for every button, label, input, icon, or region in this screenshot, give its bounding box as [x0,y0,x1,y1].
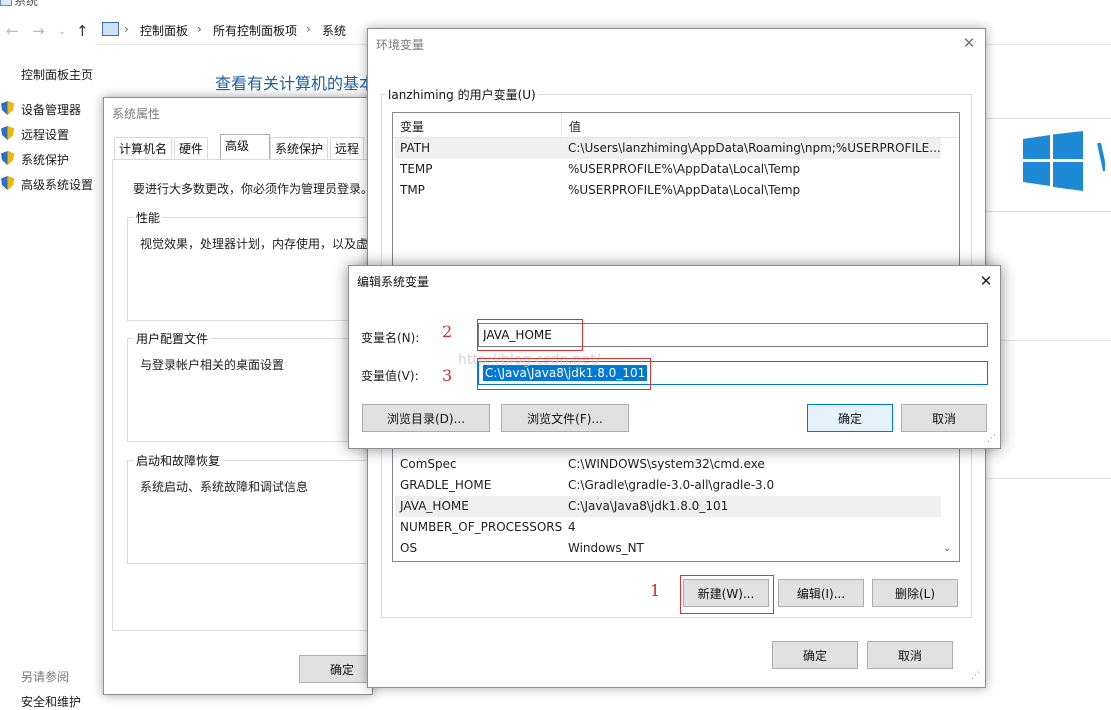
shield-icon [1,126,14,140]
list-header: 变量 值 [393,113,959,138]
resize-grip-icon[interactable]: ⋰ [987,434,996,444]
breadcrumb-control-panel[interactable]: 控制面板 [140,22,188,39]
startup-recovery-label: 启动和故障恢复 [134,452,223,469]
tab-hardware[interactable]: 硬件 [174,137,209,159]
variable-name: PATH [400,141,431,155]
close-icon[interactable]: ✕ [956,33,982,53]
divider [985,478,1111,479]
browse-file-button[interactable]: 浏览文件(F)... [501,404,629,432]
breadcrumb-separator-icon: › [197,22,202,36]
variable-value: Windows_NT [568,541,644,555]
variable-name: OS [400,541,418,555]
variable-name: JAVA_HOME [400,499,469,513]
variable-name: TMP [400,183,425,197]
shield-icon [1,151,14,165]
breadcrumb-separator-icon: › [306,22,311,36]
window-title: 系统 [14,0,39,8]
variable-value: %USERPROFILE%\AppData\Local\Temp [568,183,801,197]
column-header-variable[interactable]: 变量 [400,118,424,135]
sidebar-item-advanced-settings[interactable]: 高级系统设置 [21,176,93,193]
variable-name: NUMBER_OF_PROCESSORS [400,520,563,534]
table-row[interactable]: TEMP %USERPROFILE%\AppData\Local\Temp [395,159,941,180]
page-heading: 查看有关计算机的基本 [215,74,376,93]
table-row[interactable]: ComSpec C:\WINDOWS\system32\cmd.exe [395,454,941,475]
envvars-ok-button[interactable]: 确定 [772,641,858,669]
variable-value: %USERPROFILE%\AppData\Local\Temp [568,162,801,176]
variable-value: C:\Gradle\gradle-3.0-all\gradle-3.0 [568,478,775,492]
variable-name: TEMP [400,162,433,176]
sidebar-item-system-protection[interactable]: 系统保护 [21,151,69,168]
variable-value: C:\Users\lanzhiming\AppData\Roaming\npm;… [568,141,941,155]
scroll-down-chevron-icon[interactable]: ⌄ [943,543,951,554]
performance-label: 性能 [134,209,163,226]
delete-variable-button[interactable]: 删除(L) [872,579,958,607]
shield-icon [1,101,14,115]
windows-logo-icon [1023,131,1105,191]
sidebar-item-device-manager[interactable]: 设备管理器 [21,101,81,118]
table-row[interactable]: TMP %USERPROFILE%\AppData\Local\Temp [395,180,941,201]
startup-recovery-description: 系统启动、系统故障和调试信息 [140,480,309,494]
sidebar-home-link[interactable]: 控制面板主页 [21,66,93,83]
windows-edition-panel [985,118,1111,212]
annotation-number-1: 1 [650,581,661,600]
breadcrumb-all-items[interactable]: 所有控制面板项 [213,22,297,39]
variable-value: C:\Java\Java8\jdk1.8.0_101 [568,499,729,513]
annotation-box-variable-value [477,358,651,390]
table-row[interactable]: NUMBER_OF_PROCESSORS 4 [395,517,941,538]
system-properties-title: 系统属性 [112,107,161,121]
user-profile-description: 与登录帐户相关的桌面设置 [140,358,285,372]
table-row[interactable]: GRADLE_HOME C:\Gradle\gradle-3.0-all\gra… [395,475,941,496]
variable-name-label: 变量名(N): [361,331,420,345]
column-header-value[interactable]: 值 [569,118,581,135]
variable-name: GRADLE_HOME [400,478,492,492]
column-divider[interactable] [561,113,562,137]
user-profile-group [127,338,374,442]
resize-grip-icon[interactable]: ⋰ [971,671,980,681]
table-row[interactable]: OS Windows_NT [395,538,941,559]
forward-arrow-icon[interactable]: → [32,22,45,40]
edit-dialog-title: 编辑系统变量 [357,275,430,289]
annotation-box-new-button [680,575,774,614]
user-variables-label: lanzhiming 的用户变量(U) [386,86,538,103]
performance-group [127,217,374,321]
browse-directory-button[interactable]: 浏览目录(D)... [362,404,490,432]
tab-computer-name[interactable]: 计算机名 [114,137,173,159]
back-arrow-icon[interactable]: ← [6,22,19,40]
user-profile-label: 用户配置文件 [134,330,211,347]
environment-variables-title: 环境变量 [376,38,425,52]
variable-name: ComSpec [400,457,457,471]
breadcrumb-separator-icon: › [124,22,129,36]
annotation-number-3: 3 [442,366,453,385]
edit-dialog-cancel-button[interactable]: 取消 [901,404,987,432]
sidebar-item-remote-settings[interactable]: 远程设置 [21,126,69,143]
variable-value-label: 变量值(V): [361,369,419,383]
divider [985,340,1111,341]
annotation-box-variable-name [477,319,583,351]
user-variables-list[interactable]: 变量 值 PATH C:\Users\lanzhiming\AppData\Ro… [392,112,960,274]
startup-recovery-group [127,460,374,564]
system-window-icon [0,0,12,6]
edit-variable-button[interactable]: 编辑(I)... [778,579,864,607]
envvars-cancel-button[interactable]: 取消 [867,641,953,669]
performance-description: 视觉效果，处理器计划，内存使用，以及虚 [140,237,368,251]
tab-advanced[interactable]: 高级 [220,134,270,160]
close-icon[interactable]: ✕ [973,271,999,291]
security-maintenance-link[interactable]: 安全和维护 [21,693,81,710]
shield-icon [1,176,14,190]
control-panel-icon [102,22,119,36]
system-variables-list[interactable]: ComSpec C:\WINDOWS\system32\cmd.exe GRAD… [392,440,960,562]
up-arrow-icon[interactable]: ↑ [76,22,89,40]
see-also-label: 另请参阅 [21,670,70,684]
admin-note: 要进行大多数更改，你必须作为管理员登录。 [133,182,374,196]
tab-system-protection[interactable]: 系统保护 [270,137,329,159]
tab-remote[interactable]: 远程 [330,137,365,159]
edit-dialog-ok-button[interactable]: 确定 [807,404,893,432]
breadcrumb-system[interactable]: 系统 [322,22,346,39]
table-row[interactable]: JAVA_HOME C:\Java\Java8\jdk1.8.0_101 [395,496,941,517]
recent-locations-chevron-icon[interactable]: ⌄ [58,26,66,37]
variable-value: C:\WINDOWS\system32\cmd.exe [568,457,765,471]
annotation-number-2: 2 [442,322,453,341]
variable-value: 4 [568,520,576,534]
table-row[interactable]: PATH C:\Users\lanzhiming\AppData\Roaming… [395,138,941,159]
